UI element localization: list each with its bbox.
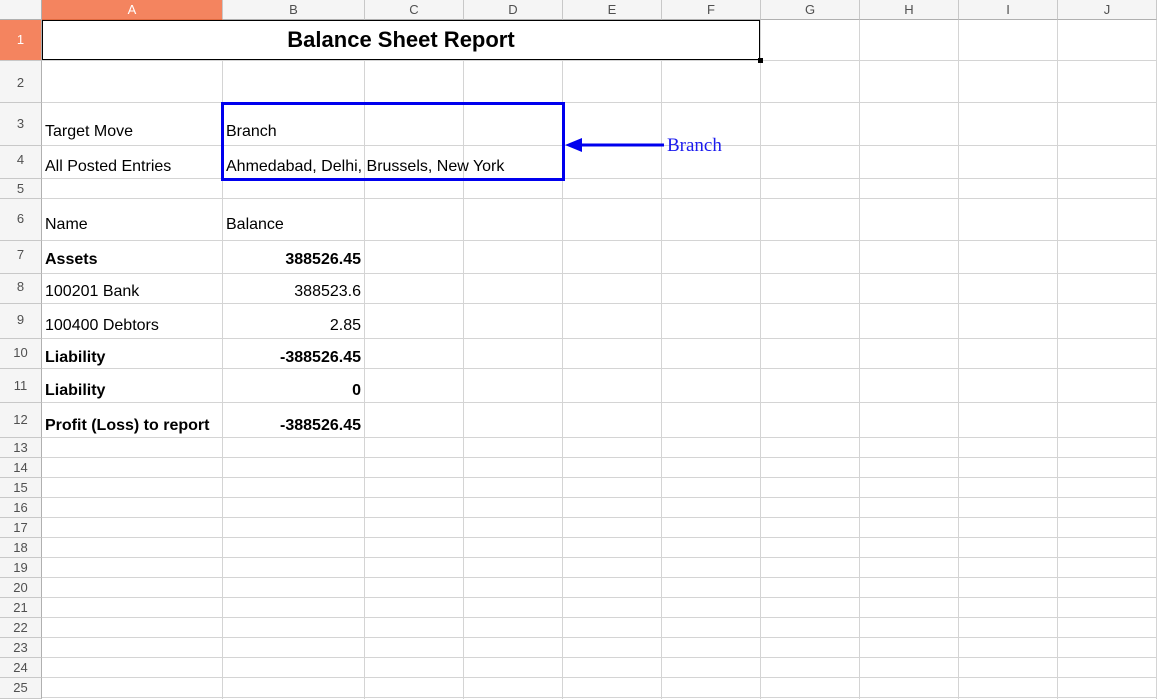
row-number: 9 (16, 312, 25, 327)
row-header-24[interactable]: 24 (0, 658, 42, 678)
cell-a7[interactable]: Assets (45, 251, 97, 269)
cell-b7[interactable]: 388526.45 (223, 251, 361, 269)
cell-a11[interactable]: Liability (45, 382, 105, 400)
cell-a8[interactable]: 100201 Bank (45, 283, 139, 301)
column-header-i[interactable]: I (959, 0, 1058, 20)
cell-b6[interactable]: Balance (226, 216, 284, 234)
row-header-13[interactable]: 13 (0, 438, 42, 458)
row-header-3[interactable]: 3 (0, 103, 42, 146)
cell-a6[interactable]: Name (45, 216, 88, 234)
row-header-16[interactable]: 16 (0, 498, 42, 518)
row-number: 8 (16, 279, 25, 294)
row-header-8[interactable]: 8 (0, 274, 42, 304)
row-number: 18 (13, 540, 28, 555)
row-header-25[interactable]: 25 (0, 678, 42, 699)
row-number: 12 (13, 412, 28, 427)
select-all-corner[interactable] (0, 0, 42, 20)
row-number: 23 (13, 640, 28, 655)
column-header-g[interactable]: G (761, 0, 860, 20)
row-header-23[interactable]: 23 (0, 638, 42, 658)
cell-b10[interactable]: -388526.45 (223, 349, 361, 367)
row-header-21[interactable]: 21 (0, 598, 42, 618)
row-number: 20 (13, 580, 28, 595)
row-number: 7 (16, 247, 25, 262)
column-header-c[interactable]: C (365, 0, 464, 20)
row-number: 1 (16, 32, 25, 47)
cell-a12[interactable]: Profit (Loss) to report (45, 417, 209, 435)
column-header-d[interactable]: D (464, 0, 563, 20)
row-header-19[interactable]: 19 (0, 558, 42, 578)
column-header-j[interactable]: J (1058, 0, 1157, 20)
row-header-6[interactable]: 6 (0, 199, 42, 241)
row-header-11[interactable]: 11 (0, 369, 42, 403)
cell-b8[interactable]: 388523.6 (223, 283, 361, 301)
row-header-1[interactable]: 1 (0, 20, 42, 61)
row-header-10[interactable]: 10 (0, 339, 42, 369)
cell-grid (42, 20, 1157, 699)
cell-b12[interactable]: -388526.45 (223, 417, 361, 435)
row-number: 13 (13, 440, 28, 455)
row-number: 11 (13, 378, 28, 393)
row-number: 14 (13, 460, 28, 475)
row-header-17[interactable]: 17 (0, 518, 42, 538)
row-header-14[interactable]: 14 (0, 458, 42, 478)
row-number: 25 (13, 680, 28, 695)
row-header-12[interactable]: 12 (0, 403, 42, 438)
row-number: 3 (16, 116, 25, 131)
row-header-15[interactable]: 15 (0, 478, 42, 498)
row-header-2[interactable]: 2 (0, 61, 42, 103)
cell-a3[interactable]: Target Move (45, 123, 133, 141)
branch-highlight-box (221, 102, 565, 181)
row-number: 2 (16, 75, 25, 90)
row-number: 6 (16, 211, 25, 226)
report-title: Balance Sheet Report (287, 27, 515, 52)
row-header-18[interactable]: 18 (0, 538, 42, 558)
cell-a9[interactable]: 100400 Debtors (45, 317, 159, 335)
row-header-9[interactable]: 9 (0, 304, 42, 339)
row-number: 22 (13, 620, 28, 635)
fill-handle[interactable] (758, 58, 763, 63)
column-header-e[interactable]: E (563, 0, 662, 20)
row-number: 5 (16, 181, 25, 196)
row-number: 15 (13, 480, 28, 495)
row-header-20[interactable]: 20 (0, 578, 42, 598)
annotation-label: Branch (667, 135, 722, 156)
row-header-22[interactable]: 22 (0, 618, 42, 638)
row-number: 10 (13, 345, 28, 360)
row-header-7[interactable]: 7 (0, 241, 42, 274)
column-header-a[interactable]: A (42, 0, 223, 20)
row-number: 19 (13, 560, 28, 575)
row-number: 24 (13, 660, 28, 675)
row-header-4[interactable]: 4 (0, 146, 42, 179)
row-number: 16 (13, 500, 28, 515)
column-header-f[interactable]: F (662, 0, 761, 20)
row-number: 4 (16, 152, 25, 167)
cell-b11[interactable]: 0 (223, 382, 361, 400)
column-header-h[interactable]: H (860, 0, 959, 20)
column-header-b[interactable]: B (223, 0, 365, 20)
row-header-5[interactable]: 5 (0, 179, 42, 199)
arrow-left-icon (565, 138, 664, 152)
cell-a4[interactable]: All Posted Entries (45, 158, 171, 176)
cell-a10[interactable]: Liability (45, 349, 105, 367)
row-number: 17 (13, 520, 28, 535)
row-number: 21 (13, 600, 28, 615)
title-cell[interactable]: Balance Sheet Report (42, 20, 760, 60)
cell-b9[interactable]: 2.85 (223, 317, 361, 335)
